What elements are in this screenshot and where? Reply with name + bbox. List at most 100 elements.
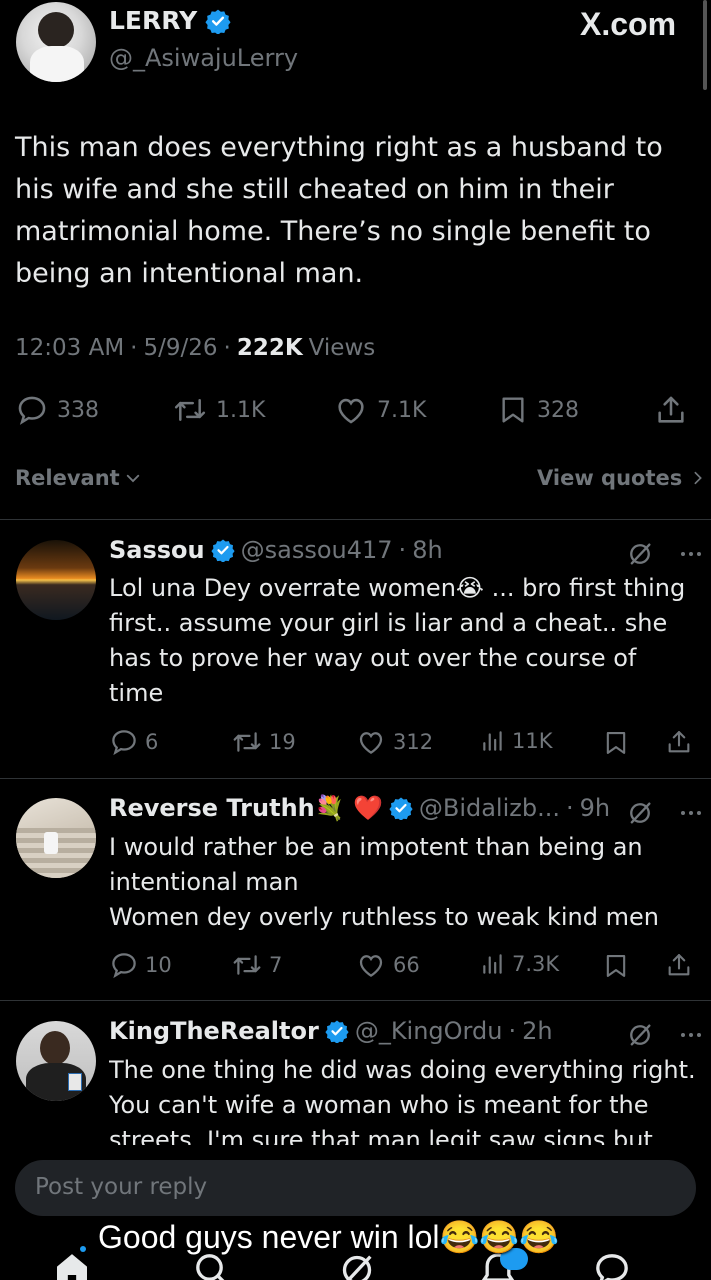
reply-text-line: streets. I'm sure that man legit saw sig… (109, 1126, 653, 1145)
reply-avatar[interactable] (16, 1021, 96, 1101)
meta-separator: · (130, 335, 138, 361)
reply-text-line: Women dey overly ruthless to weak kind m… (109, 903, 659, 931)
post-date[interactable]: 5/9/26 (143, 335, 217, 361)
author-avatar[interactable] (16, 2, 96, 82)
reply-views-button[interactable]: 7.3K (480, 950, 559, 978)
reply-header: Sassou @sassou417 · 8h (109, 536, 443, 564)
reply-like-button[interactable]: 312 (355, 727, 433, 757)
grok-icon[interactable] (626, 540, 654, 568)
x-brand-watermark: X.com (580, 6, 677, 42)
reply-text: I would rather be an impotent than being… (109, 830, 699, 935)
reply-text-line: intentional man (109, 868, 299, 896)
messages-icon[interactable] (592, 1250, 632, 1280)
reply-bookmark-button[interactable] (602, 951, 630, 981)
reply-icon (112, 953, 136, 979)
reply-text-line: The one thing he did was doing everythin… (109, 1056, 696, 1084)
views-count: 11K (512, 729, 553, 753)
author-handle[interactable]: @_AsiwajuLerry (109, 44, 298, 72)
bookmark-icon (606, 732, 626, 754)
reply-author-handle[interactable]: @sassou417 (241, 536, 393, 564)
verified-badge-icon (211, 539, 235, 562)
more-icon[interactable] (680, 1031, 702, 1039)
reply-top-icons (626, 540, 702, 568)
home-indicator-dot (80, 1246, 86, 1252)
reply-top-icons (626, 799, 702, 827)
reply-text-line: time (109, 679, 164, 707)
reply-views-button[interactable]: 11K (480, 727, 553, 755)
views-icon (483, 731, 502, 751)
reply-repost-button[interactable]: 19 (231, 727, 296, 757)
reply-header: KingTheRealtor @_KingOrdu · 2h (109, 1017, 553, 1045)
reply-reply-button[interactable]: 6 (109, 727, 158, 757)
like-button[interactable]: 7.1K (333, 393, 426, 427)
more-icon[interactable] (680, 550, 702, 558)
view-quotes-link[interactable]: View quotes (537, 466, 706, 490)
reply-author-handle[interactable]: @Bidalizb... (419, 794, 560, 822)
reply-age[interactable]: 9h (580, 794, 610, 822)
repost-icon (233, 955, 261, 975)
bookmark-button[interactable]: 328 (497, 393, 579, 427)
meta-separator: · (566, 794, 574, 822)
reply-repost-button[interactable]: 7 (231, 950, 282, 980)
reply-author-name[interactable]: KingTheRealtor (109, 1017, 319, 1045)
reply-reply-button[interactable]: 10 (109, 950, 172, 980)
reply-author-name[interactable]: Reverse Truthh💐 ❤️ (109, 794, 383, 822)
divider (0, 1000, 711, 1001)
like-icon (338, 398, 364, 424)
repost-count: 1.1K (216, 397, 266, 423)
reply-age[interactable]: 2h (522, 1017, 552, 1045)
divider (0, 778, 711, 779)
sort-label: Relevant (15, 466, 120, 490)
reply-input[interactable]: Post your reply (15, 1160, 696, 1216)
reply-button[interactable]: 338 (15, 393, 99, 427)
reply-avatar[interactable] (16, 540, 96, 620)
reply-text: Lol una Dey overrate women😭 ... bro firs… (109, 571, 699, 711)
author-name-row[interactable]: LERRY (109, 6, 231, 35)
reply-author-handle[interactable]: @_KingOrdu (355, 1017, 503, 1045)
grok-icon[interactable] (626, 799, 654, 827)
like-count: 7.1K (377, 397, 427, 423)
meta-separator: · (223, 335, 231, 361)
caption-overlay: Good guys never win lol😂😂😂 (98, 1219, 560, 1255)
like-icon (359, 732, 383, 754)
share-button[interactable] (654, 392, 688, 428)
repost-count: 7 (269, 953, 283, 977)
post-meta: 12:03 AM · 5/9/26 · 222K Views (15, 335, 375, 361)
verified-badge-icon (325, 1020, 349, 1043)
repost-button[interactable]: 1.1K (172, 393, 265, 427)
scrollbar[interactable] (703, 0, 707, 90)
views-count: 7.3K (512, 952, 560, 976)
reply-header: Reverse Truthh💐 ❤️ @Bidalizb... · 9h (109, 794, 610, 822)
reply-avatar[interactable] (16, 798, 96, 878)
bookmark-icon (502, 397, 524, 423)
bookmark-count: 328 (537, 397, 579, 423)
reply-share-button[interactable] (665, 950, 693, 980)
reply-text-line: Lol una Dey overrate women😭 ... bro firs… (109, 574, 686, 602)
home-icon[interactable] (52, 1250, 92, 1280)
divider (0, 519, 711, 520)
views-count: 222K (236, 335, 303, 361)
like-count: 66 (393, 953, 420, 977)
reply-count: 6 (145, 730, 159, 754)
share-icon (658, 396, 684, 423)
meta-separator: · (398, 536, 407, 564)
reply-age[interactable]: 8h (412, 536, 442, 564)
views-label: Views (308, 335, 376, 361)
reply-like-button[interactable]: 66 (355, 950, 420, 980)
reply-bookmark-button[interactable] (602, 728, 630, 758)
view-quotes-label: View quotes (537, 466, 683, 490)
chevron-right-icon (694, 471, 703, 485)
reply-share-button[interactable] (665, 727, 693, 757)
repost-count: 19 (269, 730, 296, 754)
reply-top-icons (626, 1021, 702, 1049)
reply-text-line: first.. assume your girl is liar and a c… (109, 609, 668, 637)
meta-separator: · (508, 1017, 517, 1045)
post-time[interactable]: 12:03 AM (15, 335, 124, 361)
reply-count: 10 (145, 953, 172, 977)
sort-dropdown[interactable]: Relevant (15, 466, 142, 490)
more-icon[interactable] (680, 809, 702, 817)
reply-author-name[interactable]: Sassou (109, 536, 205, 564)
reply-icon (18, 396, 46, 425)
grok-icon[interactable] (626, 1021, 654, 1049)
share-icon (668, 954, 690, 976)
